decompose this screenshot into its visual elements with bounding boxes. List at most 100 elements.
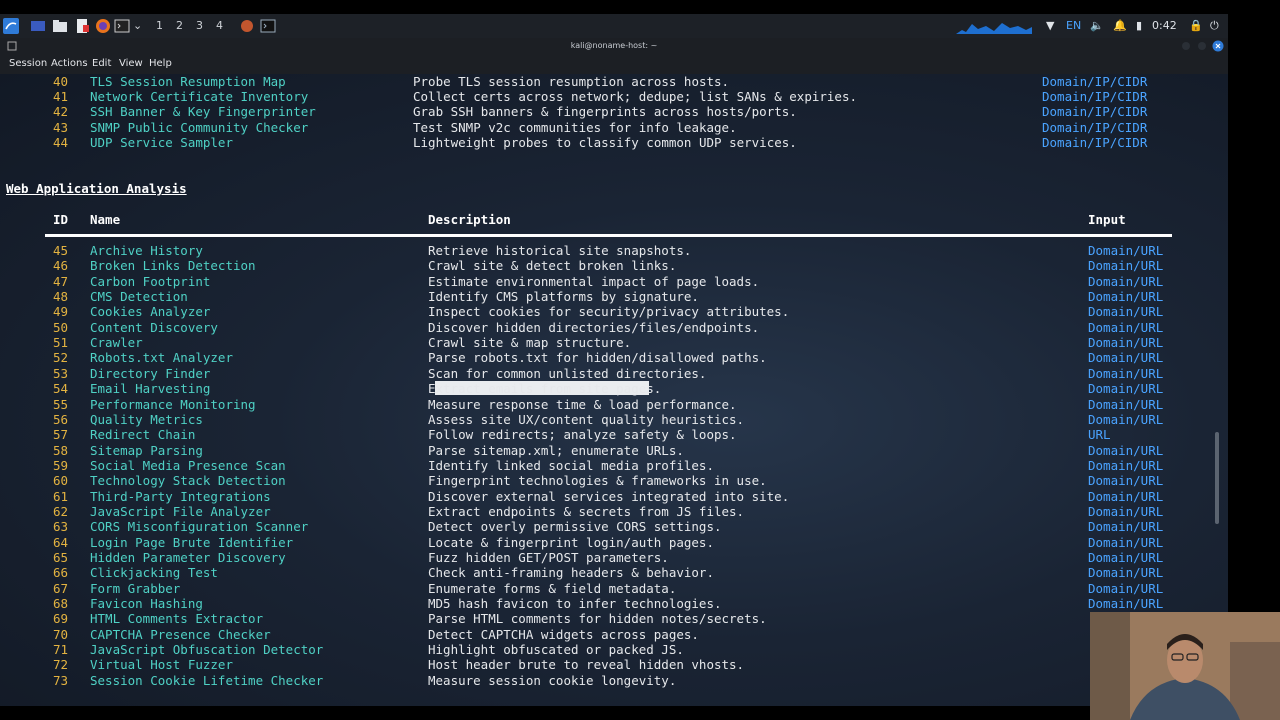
window-title: kali@noname-host: ~: [570, 41, 658, 50]
menu-bar: Session Actions Edit View Help: [0, 54, 1228, 74]
row-desc: Measure response time & load performance…: [428, 397, 737, 412]
row-desc: Discover external services integrated in…: [428, 489, 790, 504]
row-name: Login Page Brute Identifier: [90, 535, 294, 550]
row-desc: Parse HTML comments for hidden notes/sec…: [428, 611, 767, 626]
row-desc: Enumerate forms & field metadata.: [428, 581, 677, 596]
row-desc: MD5 hash favicon to infer technologies.: [428, 596, 722, 611]
minimize-icon[interactable]: [1181, 41, 1191, 51]
row-desc: Fuzz hidden GET/POST parameters.: [428, 550, 669, 565]
row-input: Domain/URL: [1088, 274, 1164, 289]
row-name: Virtual Host Fuzzer: [90, 657, 233, 672]
row-id: 45: [53, 243, 69, 258]
row-input: Domain/URL: [1088, 350, 1164, 365]
keyboard-layout[interactable]: EN: [1066, 19, 1081, 32]
close-icon[interactable]: [1212, 40, 1224, 52]
row-desc: Check anti-framing headers & behavior.: [428, 565, 714, 580]
row-id: 73: [53, 673, 69, 688]
row-name: Network Certificate Inventory: [90, 89, 309, 104]
header-input: Input: [1088, 212, 1126, 227]
top-panel: ⌄ 1 2 3 4 ▼ EN 🔈 🔔 ▮ 0:42 🔒 ⏻: [0, 14, 1228, 38]
row-id: 48: [53, 289, 69, 304]
row-input: Domain/URL: [1088, 473, 1164, 488]
workspace-2[interactable]: 2: [176, 19, 183, 32]
menu-actions[interactable]: Actions: [51, 58, 88, 69]
row-desc: Identify linked social media profiles.: [428, 458, 714, 473]
row-desc: Locate & fingerprint login/auth pages.: [428, 535, 714, 550]
row-name: Session Cookie Lifetime Checker: [90, 673, 324, 688]
section-title: Web Application Analysis: [6, 181, 187, 196]
row-input: Domain/URL: [1088, 243, 1164, 258]
row-desc: Assess site UX/content quality heuristic…: [428, 412, 745, 427]
network-icon[interactable]: ▼: [1046, 19, 1054, 32]
power-icon[interactable]: ⏻: [1210, 19, 1219, 33]
battery-icon[interactable]: ▮: [1136, 19, 1142, 32]
row-name: Favicon Hashing: [90, 596, 203, 611]
row-name: Clickjacking Test: [90, 565, 218, 580]
row-name: TLS Session Resumption Map: [90, 74, 286, 89]
row-id: 58: [53, 443, 69, 458]
file-manager-icon[interactable]: [52, 18, 68, 34]
menu-edit[interactable]: Edit: [92, 58, 111, 69]
row-id: 50: [53, 320, 69, 335]
row-input: Domain/URL: [1088, 519, 1164, 534]
row-input: Domain/URL: [1088, 289, 1164, 304]
row-name: Robots.txt Analyzer: [90, 350, 233, 365]
row-name: Hidden Parameter Discovery: [90, 550, 286, 565]
row-input: Domain/URL: [1088, 366, 1164, 381]
row-input: Domain/URL: [1088, 535, 1164, 550]
row-desc: Extract endpoints & secrets from JS file…: [428, 504, 745, 519]
row-id: 40: [53, 74, 69, 89]
row-desc: Parse sitemap.xml; enumerate URLs.: [428, 443, 684, 458]
row-input: Domain/URL: [1088, 443, 1164, 458]
show-desktop-icon[interactable]: [30, 18, 46, 34]
row-input: Domain/IP/CIDR: [1042, 135, 1148, 150]
row-name: Social Media Presence Scan: [90, 458, 286, 473]
header-id: ID: [53, 212, 69, 227]
row-id: 65: [53, 550, 69, 565]
row-name: Crawler: [90, 335, 143, 350]
row-desc: Follow redirects; analyze safety & loops…: [428, 427, 737, 442]
terminal-task-icon[interactable]: [260, 18, 276, 34]
firefox-icon[interactable]: [95, 18, 111, 34]
terminal-launcher-icon[interactable]: [114, 18, 130, 34]
workspace-3[interactable]: 3: [196, 19, 203, 32]
row-input: Domain/URL: [1088, 412, 1164, 427]
lock-icon[interactable]: 🔒: [1189, 19, 1203, 32]
kali-menu-icon[interactable]: [3, 18, 19, 34]
presenter-video: [1090, 612, 1280, 720]
chevron-down-icon[interactable]: ⌄: [133, 19, 142, 32]
menu-help[interactable]: Help: [149, 58, 172, 69]
row-desc: Inspect cookies for security/privacy att…: [428, 304, 790, 319]
volume-icon[interactable]: 🔈: [1090, 19, 1104, 32]
menu-session[interactable]: Session: [9, 58, 47, 69]
row-id: 62: [53, 504, 69, 519]
row-id: 54: [53, 381, 69, 396]
notifications-icon[interactable]: 🔔: [1113, 19, 1127, 32]
row-desc: Identify CMS platforms by signature.: [428, 289, 699, 304]
clock[interactable]: 0:42: [1152, 19, 1177, 32]
row-desc: Lightweight probes to classify common UD…: [413, 135, 797, 150]
maximize-icon[interactable]: [1197, 41, 1207, 51]
row-id: 41: [53, 89, 69, 104]
terminal-output[interactable]: 40 TLS Session Resumption Map Probe TLS …: [0, 74, 1228, 706]
row-id: 43: [53, 120, 69, 135]
row-desc: Crawl site & detect broken links.: [428, 258, 677, 273]
header-divider: [45, 234, 1172, 237]
text-editor-icon[interactable]: [74, 18, 90, 34]
row-desc: Test SNMP v2c communities for info leaka…: [413, 120, 737, 135]
row-id: 55: [53, 397, 69, 412]
row-name: Content Discovery: [90, 320, 218, 335]
row-desc: Parse robots.txt for hidden/disallowed p…: [428, 350, 767, 365]
row-desc: Estimate environmental impact of page lo…: [428, 274, 760, 289]
row-name: SSH Banner & Key Fingerprinter: [90, 104, 316, 119]
menu-view[interactable]: View: [119, 58, 143, 69]
scrollbar[interactable]: [1215, 432, 1219, 524]
row-desc: Grab SSH banners & fingerprints across h…: [413, 104, 797, 119]
firefox-task-icon[interactable]: [239, 18, 255, 34]
workspace-4[interactable]: 4: [216, 19, 223, 32]
row-name: Performance Monitoring: [90, 397, 256, 412]
row-id: 64: [53, 535, 69, 550]
workspace-1[interactable]: 1: [156, 19, 163, 32]
row-name: JavaScript File Analyzer: [90, 504, 271, 519]
row-desc: Discover hidden directories/files/endpoi…: [428, 320, 760, 335]
